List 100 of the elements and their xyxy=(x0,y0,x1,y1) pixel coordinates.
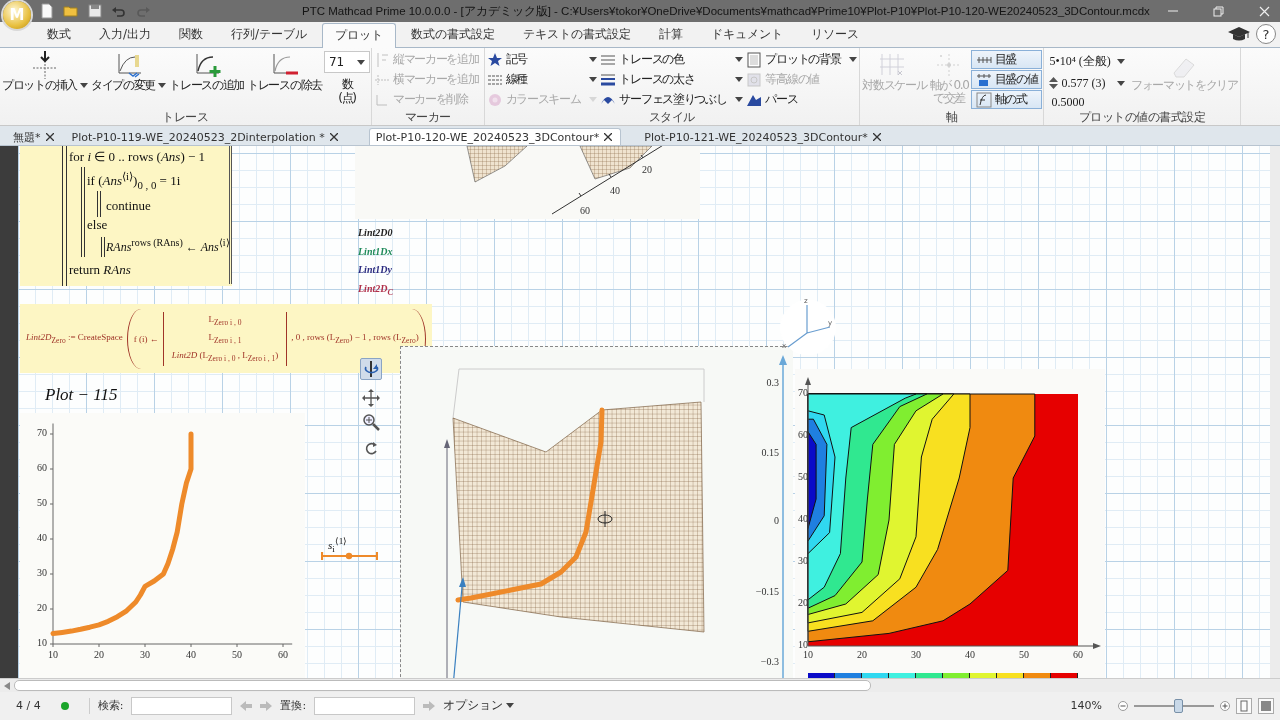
close-icon[interactable] xyxy=(45,133,54,141)
matrix-entry: L$_{Zero i , 0}$ xyxy=(208,314,242,327)
star-icon xyxy=(486,51,503,68)
formula-line: RAns$^{rows (RAns)}$ ← Ans$^{⟨i⟩}$ xyxy=(106,237,230,255)
ribbon-tab[interactable]: 数式 xyxy=(34,22,84,47)
plot-tool-button[interactable] xyxy=(360,411,382,433)
ribbon-tab[interactable]: テキストの書式設定 xyxy=(510,22,645,47)
toggle-button[interactable]: 目盛 xyxy=(970,50,1043,69)
document-tab[interactable]: Plot-P10-120-WE_20240523_3DContour* xyxy=(368,128,622,145)
dropdown[interactable]: 0.577 (3) xyxy=(1045,73,1129,93)
caret-icon xyxy=(506,703,515,708)
ribbon-tab[interactable]: 計算 xyxy=(646,22,697,47)
ribbon-button[interactable]: タイプの変更 xyxy=(89,50,168,93)
next-arrow-icon[interactable] xyxy=(423,700,436,711)
toggle-button[interactable]: 目盛の値 xyxy=(970,70,1043,89)
search-field[interactable] xyxy=(131,696,233,715)
axis-tick-label: 40 xyxy=(36,532,47,543)
ribbon-tab[interactable]: 行列/テーブル xyxy=(218,22,321,47)
legend-line-icon xyxy=(321,552,378,560)
formula-line: else xyxy=(87,217,108,233)
restore-icon xyxy=(1213,5,1225,17)
ribbon-tab[interactable]: リソース xyxy=(798,22,873,47)
matrix-entry: Lint2D (L$_{Zero i , 0}$ , L$_{Zero i , 1}$) xyxy=(171,350,279,363)
ribbon-button[interactable]: 線種 xyxy=(485,70,599,89)
axis-tick-label: 0.3 xyxy=(765,377,779,388)
replace-field[interactable] xyxy=(314,696,416,715)
axis-tick-label: 40 xyxy=(964,649,976,660)
scrollbar-thumb[interactable] xyxy=(14,680,871,691)
ribbon-tab[interactable]: 関数 xyxy=(166,22,217,47)
previous-arrow-icon[interactable] xyxy=(240,700,253,711)
view-button[interactable] xyxy=(1236,697,1252,714)
axis-tick-label: 60 xyxy=(1072,649,1084,660)
zoom-out-icon[interactable] xyxy=(1118,700,1128,711)
help-button[interactable]: ? xyxy=(1256,24,1276,44)
axis-tick-label: −0.15 xyxy=(754,586,779,597)
axis-tick-label: 10 xyxy=(47,649,59,660)
spinner-icon xyxy=(1049,76,1059,90)
ribbon-button[interactable]: サーフェス塗りつぶし xyxy=(599,90,745,109)
ribbon-tab[interactable]: 数式の書式設定 xyxy=(398,22,509,47)
slider-thumb[interactable] xyxy=(1174,698,1183,713)
group-title: プロットの値の書式設定 xyxy=(1077,110,1207,125)
close-icon[interactable] xyxy=(604,133,613,141)
axis-tick-label: 70 xyxy=(797,387,808,398)
save-button[interactable] xyxy=(86,2,104,20)
pan-icon xyxy=(362,389,380,407)
scroll-left-icon[interactable] xyxy=(4,681,10,690)
ribbon-button[interactable]: トレースの除去 xyxy=(246,50,323,93)
contour-icon xyxy=(746,71,763,88)
folder-icon xyxy=(63,3,79,19)
rotate-icon xyxy=(362,360,380,378)
formula-line: for i ∈ 0 .. rows (Ans) − 1 xyxy=(69,149,206,165)
axis-tick-label: −0.3 xyxy=(759,656,779,667)
options-button[interactable]: オプション xyxy=(443,697,515,714)
ribbon-button[interactable]: トレースの太さ xyxy=(599,70,745,89)
save-icon xyxy=(87,3,103,19)
next-arrow-icon[interactable] xyxy=(260,700,273,711)
field-caption: 数 (点) xyxy=(337,77,357,105)
axis-tick-label: 50 xyxy=(36,497,47,508)
ribbon-button[interactable]: トレースの追加 xyxy=(168,50,245,93)
replace-label: 置換: xyxy=(280,698,307,713)
legend-label: Lint1Dx xyxy=(358,245,393,257)
axis-tick-label: 20 xyxy=(642,164,652,175)
group-title: スタイル xyxy=(647,110,696,125)
ribbon-button[interactable]: プロットの背景 xyxy=(745,50,859,69)
vertical-scrollbar[interactable] xyxy=(1270,146,1280,678)
line-weight-icon xyxy=(600,71,617,88)
group-title: 軸 xyxy=(945,110,959,125)
formula-line: if (Ans$^{⟨i⟩}$)$_{0 , 0}$ = 1i xyxy=(87,170,181,191)
ribbon-tab[interactable]: プロット xyxy=(322,23,397,48)
plot-tool-button[interactable] xyxy=(360,358,382,380)
graduation-cap-icon[interactable] xyxy=(1228,26,1250,42)
ribbon-tab[interactable]: 入力/出力 xyxy=(86,22,165,47)
group-title: トレース xyxy=(161,110,210,125)
ribbon-button[interactable]: 記号 xyxy=(485,50,599,69)
ribbon-button[interactable]: プロットの挿入 xyxy=(1,50,89,93)
ribbon-tab[interactable]: ドキュメント xyxy=(698,22,797,47)
plot-tool-button[interactable] xyxy=(360,387,382,409)
color-wheel-icon xyxy=(486,91,503,108)
document-tab[interactable]: Plot-P10-119-WE_20240523_2Dinterpolation * xyxy=(64,128,347,145)
document-tab[interactable]: Plot-P10-121-WE_20240523_3DContour* xyxy=(637,128,890,145)
search-label: 検索: xyxy=(97,698,124,713)
close-icon[interactable] xyxy=(329,133,338,141)
document-tab[interactable]: 無題* xyxy=(6,128,63,145)
close-icon[interactable] xyxy=(872,133,881,141)
dropdown[interactable]: 5•10⁴ (全般) xyxy=(1045,51,1129,71)
legend-label: Lint2D$_{C}$ xyxy=(358,282,393,297)
toggle-button[interactable]: 軸の式 xyxy=(970,90,1043,109)
caret-icon xyxy=(79,83,88,88)
new-document-button[interactable] xyxy=(38,2,56,20)
view-button[interactable] xyxy=(1258,697,1274,714)
axis-tick-label: 60 xyxy=(580,205,590,216)
ribbon-button[interactable]: トレースの色 xyxy=(599,50,745,69)
matrix-entry: L$_{Zero i , 1}$ xyxy=(208,332,242,345)
caret-icon xyxy=(589,97,598,102)
ribbon-button[interactable]: パース xyxy=(745,90,859,109)
dropdown[interactable]: 71 xyxy=(323,51,370,73)
zoom-in-icon[interactable] xyxy=(1220,700,1230,711)
plot-title: Plot − 115 xyxy=(45,385,118,405)
axis-tick-label: 40 xyxy=(185,649,197,660)
page-count: 4 / 4 xyxy=(16,699,41,712)
